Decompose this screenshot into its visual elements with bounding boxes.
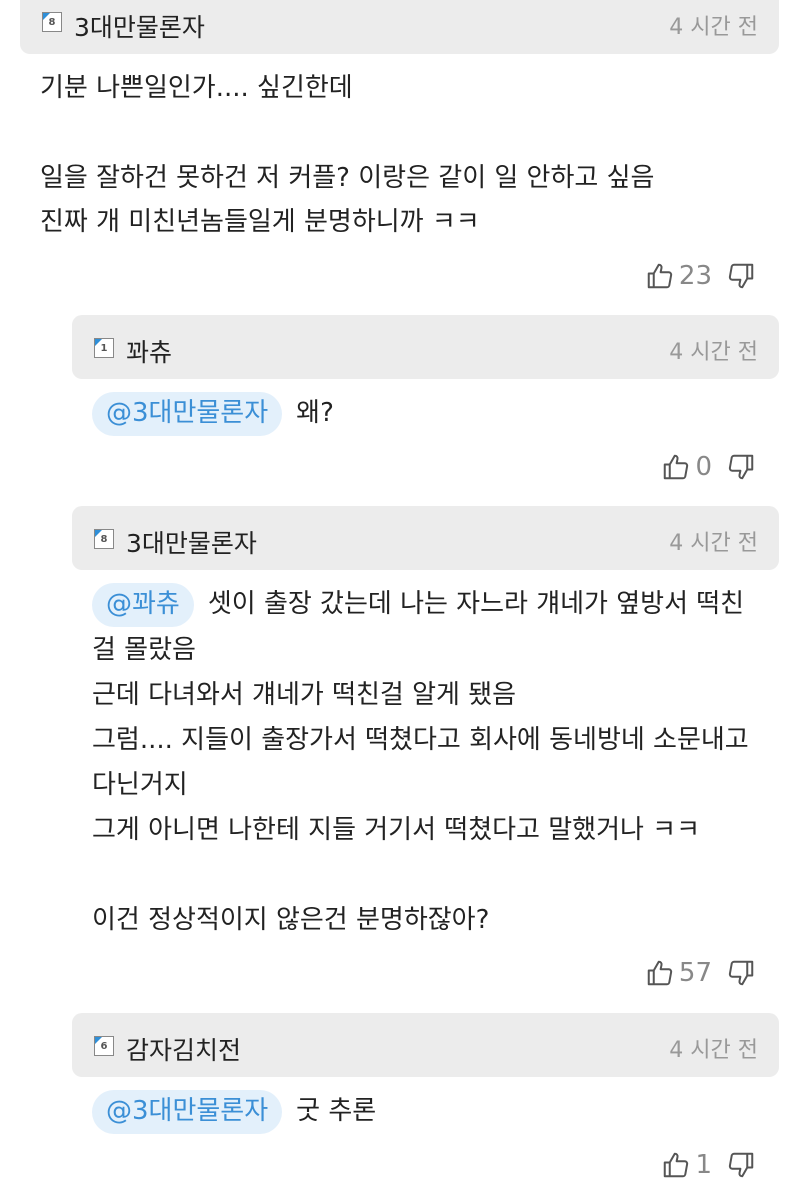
comment-body: @꽈츄 셋이 출장 갔는데 나는 자느라 걔네가 옆방서 떡친: [92, 582, 744, 627]
level-badge-icon: 6: [94, 1036, 114, 1056]
comment-body: @3대만물론자 왜?: [92, 391, 334, 436]
comment-line: 근데 다녀와서 걔네가 떡친걸 알게 됐음: [92, 680, 517, 710]
like-count: 23: [678, 261, 712, 291]
level-badge-icon: 1: [94, 338, 114, 358]
username[interactable]: 3대만물론자: [126, 524, 257, 560]
like-count: 57: [678, 958, 712, 988]
comment-line: 다닌거지: [92, 770, 188, 800]
username[interactable]: 꽈츄: [126, 333, 172, 369]
level-badge-icon: 8: [42, 12, 62, 32]
vote-bar: 0: [661, 449, 756, 485]
comment-line: 그럼.... 지들이 출장가서 떡쳤다고 회사에 동네방네 소문내고: [92, 725, 749, 755]
thumbs-up-icon[interactable]: [645, 958, 675, 988]
like-count: 1: [695, 1150, 712, 1180]
mention-tag[interactable]: @꽈츄: [92, 583, 194, 627]
like-count: 0: [695, 452, 712, 482]
username[interactable]: 감자김치전: [126, 1031, 241, 1067]
comment-line: 진짜 개 미친년놈들일게 분명하니까 ㅋㅋ: [40, 207, 480, 237]
thumbs-up-icon[interactable]: [661, 1150, 691, 1180]
thumbs-down-icon[interactable]: [726, 261, 756, 291]
comment-line: 굿 추론: [296, 1096, 377, 1126]
vote-bar: 57: [645, 955, 756, 991]
comment-body: @3대만물론자 굿 추론: [92, 1089, 376, 1134]
vote-bar: 1: [661, 1147, 756, 1183]
timestamp: 4 시간 전: [669, 531, 758, 556]
timestamp: 4 시간 전: [669, 1038, 758, 1063]
comment-line: 걸 몰랐음: [92, 635, 196, 665]
thumbs-down-icon[interactable]: [726, 958, 756, 988]
vote-bar: 23: [645, 258, 756, 294]
comment-line: 일을 잘하건 못하건 저 커플? 이랑은 같이 일 안하고 싶음: [40, 163, 655, 193]
mention-tag[interactable]: @3대만물론자: [92, 392, 283, 436]
level-badge-icon: 8: [94, 529, 114, 549]
mention-tag[interactable]: @3대만물론자: [92, 1090, 283, 1134]
thumbs-down-icon[interactable]: [726, 1150, 756, 1180]
timestamp: 4 시간 전: [669, 15, 758, 40]
username[interactable]: 3대만물론자: [74, 8, 205, 44]
comment-line: 기분 나쁜일인가.... 싶긴한데: [40, 73, 353, 103]
thumbs-up-icon[interactable]: [661, 452, 691, 482]
timestamp: 4 시간 전: [669, 340, 758, 365]
comment-line: 셋이 출장 갔는데 나는 자느라 걔네가 옆방서 떡친: [207, 589, 745, 619]
comment-line: 왜?: [296, 398, 334, 428]
comment-line: 그게 아니면 나한테 지들 거기서 떡쳤다고 말했거나 ㅋㅋ: [92, 815, 701, 845]
thumbs-down-icon[interactable]: [726, 452, 756, 482]
thumbs-up-icon[interactable]: [645, 261, 675, 291]
comment-line: 이건 정상적이지 않은건 분명하잖아?: [92, 905, 490, 935]
